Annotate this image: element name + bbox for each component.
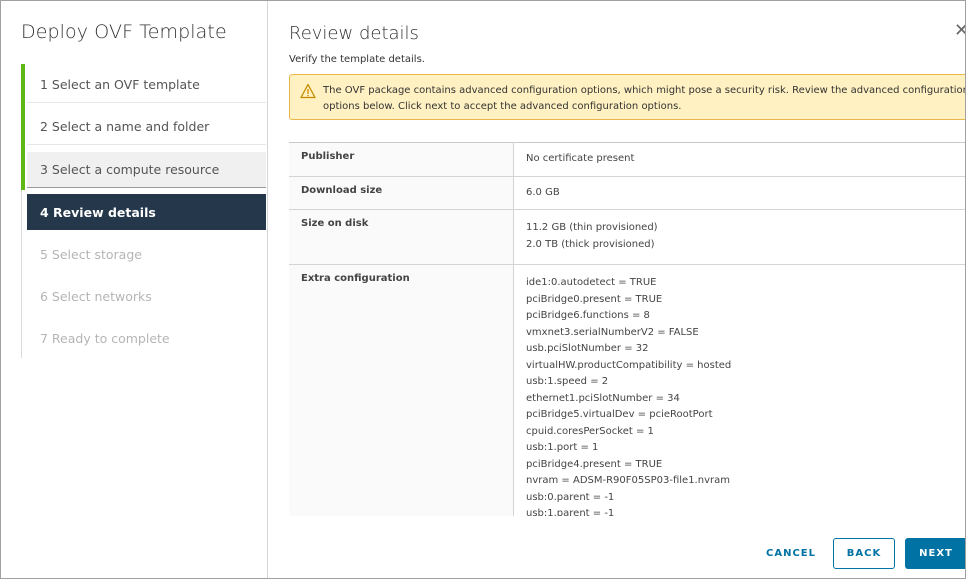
table-row: Publisher No certificate present <box>289 142 965 176</box>
page-subtitle: Verify the template details. <box>289 54 425 65</box>
details-table[interactable]: Publisher No certificate present Downloa… <box>289 142 965 516</box>
download-size-value: 6.0 GB <box>513 175 965 210</box>
extra-configuration-value: ide1:0.autodetect = TRUE pciBridge0.pres… <box>513 264 965 516</box>
publisher-label: Publisher <box>289 142 514 176</box>
config-line: usb.pciSlotNumber = 32 <box>526 343 649 354</box>
publisher-value: No certificate present <box>513 142 965 176</box>
table-row: Extra configuration ide1:0.autodetect = … <box>289 264 965 516</box>
pending-steps-rail <box>21 190 22 358</box>
step-select-networks: 6 Select networks <box>40 288 152 304</box>
cancel-button[interactable]: CANCEL <box>757 538 825 569</box>
close-icon[interactable]: ✕ <box>954 22 965 40</box>
page-title: Review details <box>289 23 419 44</box>
main-content: Review details ✕ Verify the template det… <box>268 1 966 578</box>
config-line: pciBridge4.present = TRUE <box>526 458 663 470</box>
table-row: Download size 6.0 GB <box>289 175 965 210</box>
alert-message: The OVF package contains advanced config… <box>323 85 966 112</box>
step-ready-to-complete: 7 Ready to complete <box>40 330 170 346</box>
step-select-ovf-template[interactable]: 1 Select an OVF template <box>27 67 266 103</box>
table-row: Size on disk 11.2 GB (thin provisioned) … <box>289 209 965 265</box>
config-line: nvram = ADSM-R90F05SP03-file1.nvram <box>526 475 730 486</box>
deploy-ovf-dialog: Deploy OVF Template 1 Select an OVF temp… <box>0 0 966 579</box>
download-size-label: Download size <box>289 175 514 210</box>
extra-configuration-label: Extra configuration <box>289 264 514 516</box>
config-line: pciBridge6.functions = 8 <box>526 310 650 321</box>
step-select-compute-resource[interactable]: 3 Select a compute resource <box>27 152 266 188</box>
thin-size: 11.2 GB (thin provisioned) <box>526 222 658 233</box>
config-line: vmxnet3.serialNumberV2 = FALSE <box>526 326 699 338</box>
config-line: usb:0.parent = -1 <box>526 491 615 503</box>
config-line: usb:1.port = 1 <box>526 442 599 453</box>
config-line: usb:1.speed = 2 <box>526 376 609 387</box>
config-line: virtualHW.productCompatibility = hosted <box>526 359 732 371</box>
completed-steps-rail <box>21 64 25 190</box>
size-on-disk-label: Size on disk <box>289 209 514 265</box>
config-line: pciBridge0.present = TRUE <box>526 293 663 305</box>
security-warning-alert: The OVF package contains advanced config… <box>289 74 966 120</box>
step-select-name-and-folder[interactable]: 2 Select a name and folder <box>27 109 266 145</box>
config-line: ethernet1.pciSlotNumber = 34 <box>526 392 680 404</box>
step-review-details[interactable]: 4 Review details <box>27 194 266 230</box>
config-line: cpuid.coresPerSocket = 1 <box>526 425 654 437</box>
warning-icon <box>300 83 316 99</box>
size-on-disk-value: 11.2 GB (thin provisioned) 2.0 TB (thick… <box>513 209 965 265</box>
step-select-storage: 5 Select storage <box>40 246 142 262</box>
thick-size: 2.0 TB (thick provisioned) <box>526 238 655 250</box>
back-button[interactable]: BACK <box>833 538 895 569</box>
config-line: usb:1.parent = -1 <box>526 508 615 516</box>
wizard-title: Deploy OVF Template <box>21 21 227 43</box>
config-line: ide1:0.autodetect = TRUE <box>526 277 657 288</box>
next-button[interactable]: NEXT <box>905 538 965 569</box>
config-line: pciBridge5.virtualDev = pcieRootPort <box>526 409 713 420</box>
wizard-sidebar: Deploy OVF Template 1 Select an OVF temp… <box>1 1 268 578</box>
